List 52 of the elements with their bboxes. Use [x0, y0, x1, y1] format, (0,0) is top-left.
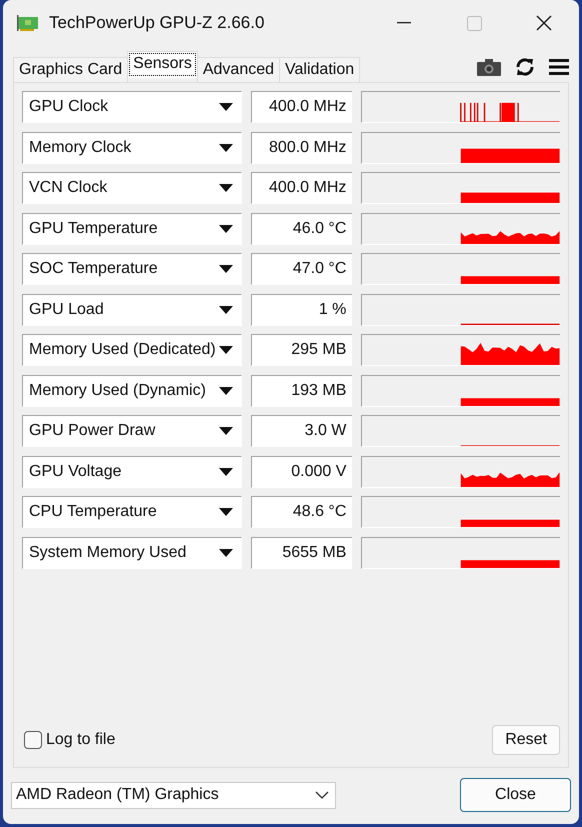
sensor-dropdown[interactable]: GPU Load — [22, 294, 242, 326]
dropdown-arrow-icon — [218, 184, 233, 192]
sensor-dropdown[interactable]: SOC Temperature — [22, 253, 242, 285]
window-title: TechPowerUp GPU-Z 2.66.0 — [49, 13, 266, 33]
device-dropdown[interactable]: AMD Radeon (TM) Graphics — [11, 782, 336, 808]
tab[interactable]: Sensors — [127, 51, 198, 78]
sensor-value: 47.0 °C — [250, 253, 352, 285]
sensor-value: 400.0 MHz — [250, 91, 352, 123]
sensor-dropdown[interactable]: Memory Used (Dedicated) — [22, 334, 242, 366]
sensor-dropdown[interactable]: GPU Temperature — [22, 212, 242, 244]
sensor-dropdown[interactable]: System Memory Used — [22, 536, 242, 568]
sensor-value: 400.0 MHz — [250, 172, 352, 204]
sensor-value: 800.0 MHz — [250, 132, 352, 164]
minimize-icon[interactable] — [397, 22, 411, 24]
dropdown-arrow-icon — [218, 468, 233, 476]
sensor-value: 0.000 V — [250, 456, 352, 488]
sensor-dropdown[interactable]: GPU Clock — [22, 91, 242, 123]
sensor-value: 5655 MB — [250, 536, 352, 568]
dropdown-arrow-icon — [218, 548, 233, 556]
tab[interactable]: Advanced — [196, 57, 280, 82]
reset-button[interactable]: Reset — [492, 725, 560, 755]
sensor-dropdown[interactable]: Memory Used (Dynamic) — [22, 374, 242, 406]
dropdown-arrow-icon — [218, 224, 233, 232]
sensor-value: 48.6 °C — [250, 496, 352, 528]
dropdown-arrow-icon — [218, 346, 233, 354]
menu-icon[interactable] — [549, 59, 569, 75]
refresh-icon[interactable] — [515, 58, 535, 76]
dropdown-arrow-icon — [218, 265, 233, 273]
dropdown-arrow-icon — [218, 508, 233, 516]
sensor-dropdown[interactable]: GPU Voltage — [22, 456, 242, 488]
dropdown-arrow-icon — [218, 103, 233, 111]
sensor-dropdown[interactable]: GPU Power Draw — [22, 415, 242, 447]
sensor-dropdown[interactable]: CPU Temperature — [22, 496, 242, 528]
sensor-dropdown[interactable]: Memory Clock — [22, 132, 242, 164]
chevron-down-icon — [315, 791, 329, 799]
sensor-value: 295 MB — [250, 334, 352, 366]
dropdown-arrow-icon — [218, 427, 233, 435]
tab[interactable]: Validation — [279, 57, 360, 82]
dropdown-arrow-icon — [218, 144, 233, 152]
sensor-value: 3.0 W — [250, 415, 352, 447]
close-icon[interactable] — [536, 15, 552, 31]
camera-icon[interactable] — [477, 58, 501, 76]
graphics-card-icon — [17, 15, 39, 31]
dropdown-arrow-icon — [218, 386, 233, 394]
tab[interactable]: Graphics Card — [13, 57, 128, 82]
sensor-value: 193 MB — [250, 374, 352, 406]
sensor-value: 46.0 °C — [250, 212, 352, 244]
log-checkbox[interactable]: Log to file — [24, 731, 116, 749]
dropdown-arrow-icon — [218, 306, 233, 314]
close-button[interactable]: Close — [460, 778, 571, 812]
sensor-value: 1 % — [250, 294, 352, 326]
sensor-dropdown[interactable]: VCN Clock — [22, 172, 242, 204]
